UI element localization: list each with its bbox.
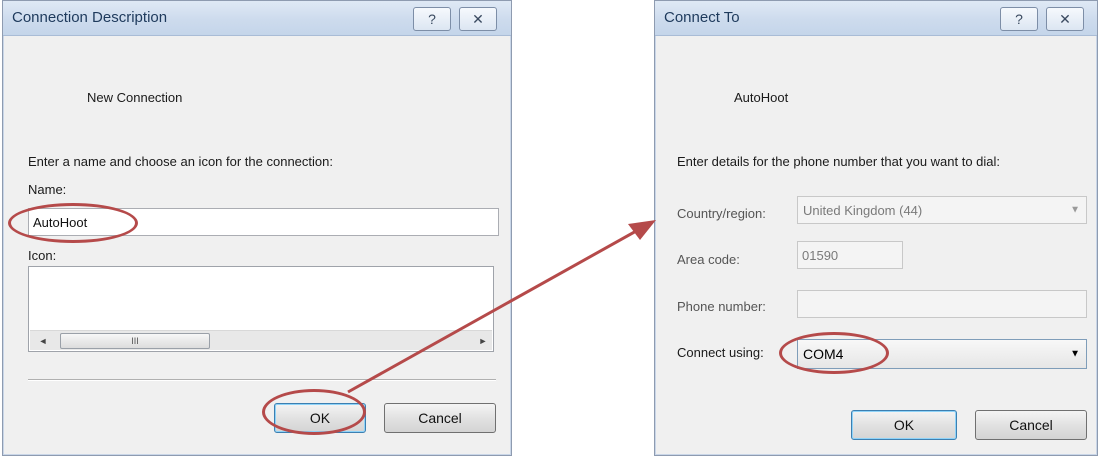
horizontal-scrollbar[interactable]: ◄ III ► (30, 330, 492, 350)
connection-heading: AutoHoot (734, 90, 789, 105)
scroll-thumb[interactable]: III (60, 333, 210, 349)
chevron-down-icon: ▼ (1070, 348, 1080, 360)
area-code-field[interactable]: 01590 (797, 241, 903, 269)
close-icon: ✕ (472, 10, 484, 27)
titlebar: Connect To ? ✕ (655, 1, 1097, 36)
close-button[interactable]: ✕ (1046, 7, 1084, 31)
country-region-select[interactable]: United Kingdom (44) ▼ (797, 196, 1087, 224)
connect-to-dialog: Connect To ? ✕ AutoHoot Enter details fo… (654, 0, 1098, 456)
phone-number-label: Phone number: (677, 299, 766, 314)
ok-button[interactable]: OK (274, 403, 366, 433)
separator (28, 379, 496, 381)
instruction-text: Enter a name and choose an icon for the … (28, 154, 333, 169)
connect-using-value: COM4 (803, 346, 844, 362)
titlebar: Connection Description ? ✕ (3, 1, 511, 36)
grip-icon: III (131, 336, 139, 346)
name-field[interactable]: AutoHoot (28, 208, 499, 236)
instruction-text: Enter details for the phone number that … (677, 154, 1001, 169)
connect-using-label: Connect using: (677, 345, 764, 360)
close-button[interactable]: ✕ (459, 7, 497, 31)
close-icon: ✕ (1059, 10, 1071, 27)
country-region-value: United Kingdom (44) (803, 202, 923, 218)
scroll-right-icon[interactable]: ► (474, 331, 492, 350)
name-label: Name: (28, 182, 67, 197)
area-code-label: Area code: (677, 252, 740, 267)
icon-label: Icon: (28, 248, 57, 263)
connect-using-select[interactable]: COM4 ▼ (797, 339, 1087, 369)
dialog-title: Connect To (664, 9, 740, 26)
help-button[interactable]: ? (1000, 7, 1038, 31)
help-icon: ? (1015, 11, 1023, 27)
arrow-head-icon (628, 220, 656, 240)
phone-number-field[interactable] (797, 290, 1087, 318)
ok-button[interactable]: OK (851, 410, 957, 440)
cancel-button[interactable]: Cancel (975, 410, 1087, 440)
help-icon: ? (428, 11, 436, 27)
dialog-title: Connection Description (12, 9, 168, 26)
connection-description-dialog: Connection Description ? ✕ New Connectio… (2, 0, 512, 456)
cancel-button[interactable]: Cancel (384, 403, 496, 433)
scroll-left-icon[interactable]: ◄ (34, 331, 52, 350)
country-region-label: Country/region: (677, 206, 766, 221)
connection-heading: New Connection (87, 90, 183, 105)
icon-list[interactable]: ◄ III ► (28, 266, 494, 352)
help-button[interactable]: ? (413, 7, 451, 31)
chevron-down-icon: ▼ (1070, 204, 1080, 216)
